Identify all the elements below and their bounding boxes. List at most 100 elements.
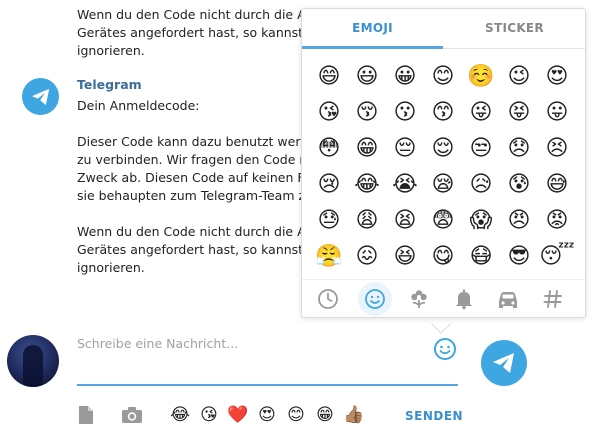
emoji-item[interactable]: 😅	[538, 167, 576, 203]
quick-emoji[interactable]: 😂	[169, 404, 191, 426]
category-nature-button[interactable]	[406, 286, 432, 312]
message-line: Dein Anmeldecode:	[77, 98, 200, 113]
emoji-item[interactable]: 😒	[462, 131, 500, 167]
emoji-item[interactable]: 😷	[462, 239, 500, 275]
hash-icon	[543, 290, 562, 308]
message-line: Gerätes angefordert hast, so kannst du	[77, 242, 323, 257]
emoji-item[interactable]: 😢	[310, 167, 348, 203]
emoji-item[interactable]: 😘	[310, 95, 348, 131]
telegram-avatar[interactable]	[22, 78, 59, 115]
emoji-item[interactable]: 😳	[310, 131, 348, 167]
emoji-item[interactable]: 😀	[386, 59, 424, 95]
senden-button[interactable]: SENDEN	[405, 409, 463, 423]
message-input-area[interactable]	[77, 324, 458, 386]
emoji-category-bar	[302, 279, 585, 317]
quick-emoji[interactable]: 😘	[198, 404, 220, 426]
category-symbols-button[interactable]	[540, 286, 566, 312]
quick-emoji[interactable]: 😍	[256, 404, 278, 426]
quick-emoji[interactable]: 👍🏽	[343, 404, 365, 426]
paper-plane-icon	[493, 353, 514, 373]
paper-plane-icon	[31, 88, 49, 105]
message-input[interactable]	[77, 336, 417, 351]
quick-emoji[interactable]: 😊	[285, 404, 307, 426]
flower-icon	[411, 290, 427, 308]
emoji-panel: EMOJI STICKER 😄 😃 😀 😊 ☺️ 😉 😍 😘 😚 😗 😙 😜 😝 😛 😳 😁 😔 😌 😒 😞 😣 😢 😂 😭 😪…	[301, 8, 586, 318]
message-line: Gerätes angefordert hast, so kannst du	[77, 25, 323, 40]
emoji-item[interactable]: 😥	[462, 167, 500, 203]
emoji-item[interactable]: 👿	[538, 275, 576, 277]
emoji-item[interactable]: 😖	[348, 239, 386, 275]
message-fragment: Wenn du den Code nicht durch die Anr Ger…	[77, 6, 323, 60]
emoji-item[interactable]: 😠	[500, 203, 538, 239]
emoji-item[interactable]: 😓	[310, 203, 348, 239]
quick-emoji[interactable]: ❤️	[227, 404, 249, 426]
message-line: Zweck ab. Diesen Code auf keinen Fall	[77, 170, 319, 185]
category-recent-button[interactable]	[315, 286, 341, 312]
message-line: sie behaupten zum Telegram-Team zu	[77, 188, 313, 203]
emoji-item[interactable]: 😂	[348, 167, 386, 203]
emoji-grid: 😄 😃 😀 😊 ☺️ 😉 😍 😘 😚 😗 😙 😜 😝 😛 😳 😁 😔 😌 😒 😞 😣 😢 😂 😭 😪 😥 😰 😅 😓 😩 😫 😨 😱 😠 😡 😤 😖 😆 😋…	[310, 59, 580, 277]
tab-emoji[interactable]: EMOJI	[302, 21, 443, 35]
emoji-item[interactable]: 😧	[462, 275, 500, 277]
message-line: ignorieren.	[77, 43, 145, 58]
emoji-item[interactable]: 😞	[500, 131, 538, 167]
category-smileys-button[interactable]	[362, 286, 388, 312]
emoji-item[interactable]: ☺️	[462, 59, 500, 95]
emoji-item[interactable]: 😁	[348, 131, 386, 167]
emoji-item[interactable]: 😍	[538, 59, 576, 95]
emoji-item[interactable]: 😣	[538, 131, 576, 167]
attach-photo-button[interactable]	[121, 404, 143, 426]
tab-sticker[interactable]: STICKER	[444, 21, 585, 35]
car-icon	[499, 292, 517, 308]
message-line: Wenn du den Code nicht durch die Anr	[77, 7, 319, 22]
emoji-item[interactable]: 😗	[386, 95, 424, 131]
emoji-item[interactable]: 😝	[500, 95, 538, 131]
emoji-item[interactable]: 😱	[462, 203, 500, 239]
emoji-item[interactable]: 😵	[310, 275, 348, 277]
message-line: Dieser Code kann dazu benutzt werde	[77, 134, 316, 149]
emoji-item[interactable]: 😲	[348, 275, 386, 277]
emoji-item[interactable]: 😜	[462, 95, 500, 131]
emoji-item[interactable]: 😛	[538, 95, 576, 131]
category-objects-button[interactable]	[451, 286, 477, 312]
emoji-item[interactable]: 😄	[310, 59, 348, 95]
emoji-item[interactable]: 😔	[386, 131, 424, 167]
message-line: ignorieren.	[77, 260, 145, 275]
emoji-item[interactable]: 😩	[348, 203, 386, 239]
emoji-item[interactable]: 😨	[424, 203, 462, 239]
emoji-item[interactable]: 😈	[500, 275, 538, 277]
emoji-item[interactable]: 😙	[424, 95, 462, 131]
emoji-panel-tabs: EMOJI STICKER	[302, 9, 585, 49]
emoji-item[interactable]: 😃	[348, 59, 386, 95]
emoji-item[interactable]: 😫	[386, 203, 424, 239]
emoji-item[interactable]: 😪	[424, 167, 462, 203]
emoji-item[interactable]: 😆	[386, 239, 424, 275]
message-body: Dein Anmeldecode: Dieser Code kann dazu …	[77, 97, 323, 277]
emoji-item[interactable]: 😴	[538, 239, 576, 275]
clock-icon	[318, 289, 338, 309]
emoji-item[interactable]: 😭	[386, 167, 424, 203]
emoji-item[interactable]: 😤	[310, 239, 348, 275]
message-line	[77, 115, 323, 133]
emoji-item[interactable]: 😟	[386, 275, 424, 277]
active-tab-indicator	[302, 46, 443, 49]
message-line	[77, 205, 323, 223]
quick-emoji[interactable]: 😁	[314, 404, 336, 426]
emoji-item[interactable]: 😉	[500, 59, 538, 95]
attach-file-button[interactable]	[75, 404, 97, 426]
emoji-item[interactable]: 😎	[500, 239, 538, 275]
user-avatar[interactable]	[7, 335, 59, 387]
category-travel-button[interactable]	[495, 286, 521, 312]
emoji-item[interactable]: 😊	[424, 59, 462, 95]
smiley-icon	[434, 338, 456, 360]
emoji-item[interactable]: 😚	[348, 95, 386, 131]
emoji-item[interactable]: 😦	[424, 275, 462, 277]
emoji-toggle-button[interactable]	[433, 337, 457, 361]
emoji-item[interactable]: 😰	[500, 167, 538, 203]
send-button[interactable]	[481, 340, 527, 386]
emoji-item[interactable]: 😡	[538, 203, 576, 239]
emoji-item[interactable]: 😋	[424, 239, 462, 275]
sender-name[interactable]: Telegram	[77, 76, 142, 94]
bell-icon	[456, 289, 472, 310]
emoji-item[interactable]: 😌	[424, 131, 462, 167]
